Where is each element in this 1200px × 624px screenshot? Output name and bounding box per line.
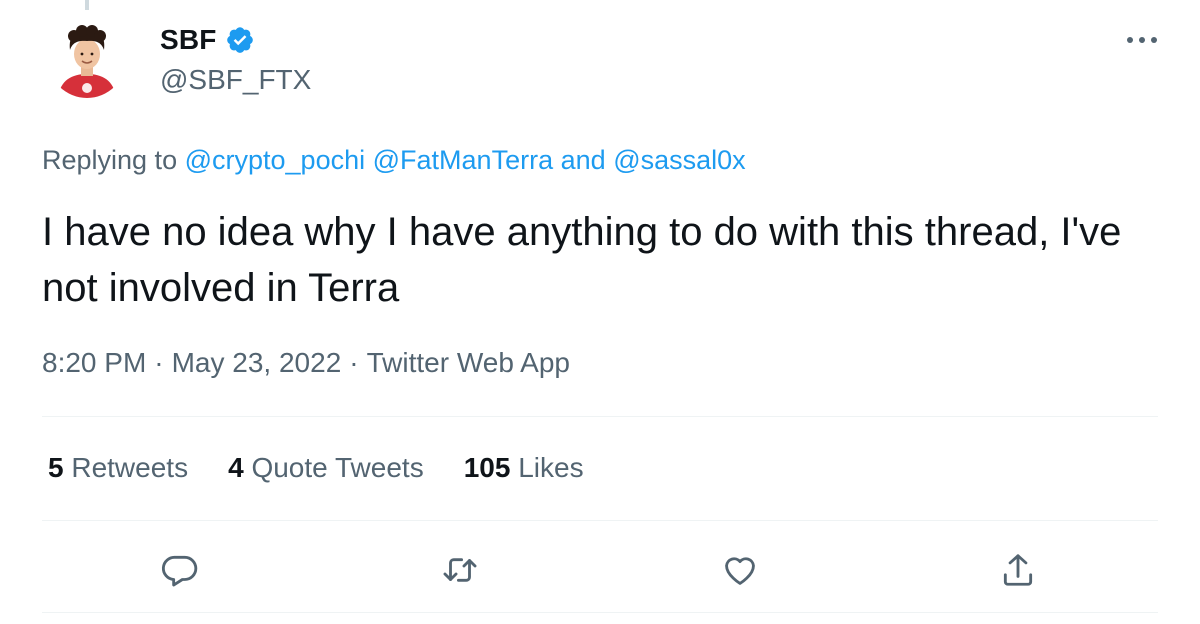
author-name-row: SBF xyxy=(160,24,255,56)
meta-separator: · xyxy=(154,347,164,378)
retweets-count: 5 xyxy=(48,452,64,483)
like-button[interactable] xyxy=(718,548,762,592)
reply-button[interactable] xyxy=(158,548,202,592)
replying-to-prefix: Replying to xyxy=(42,145,178,175)
divider xyxy=(42,612,1158,613)
heart-icon xyxy=(725,557,755,585)
author-handle[interactable]: @SBF_FTX xyxy=(160,64,311,96)
tweet-meta: 8:20 PM · May 23, 2022 · Twitter Web App xyxy=(42,347,570,379)
quote-tweets-count: 4 xyxy=(228,452,244,483)
retweets-label: Retweets xyxy=(71,452,189,483)
retweets-stat[interactable]: 5 Retweets xyxy=(48,452,188,484)
quote-tweets-label: Quote Tweets xyxy=(251,452,424,483)
reply-icon xyxy=(161,555,198,587)
share-icon xyxy=(1003,554,1033,586)
share-button[interactable] xyxy=(996,548,1040,592)
meta-separator: · xyxy=(349,347,359,378)
likes-stat[interactable]: 105 Likes xyxy=(464,452,584,484)
engagement-stats: 5 Retweets 4 Quote Tweets 105 Likes xyxy=(48,452,584,484)
mention-link-sassal0x[interactable]: @sassal0x xyxy=(613,145,745,175)
divider xyxy=(42,520,1158,521)
author-display-name[interactable]: SBF xyxy=(160,24,217,56)
tweet-text: I have no idea why I have anything to do… xyxy=(42,210,1122,310)
tweet-time[interactable]: 8:20 PM xyxy=(42,347,146,378)
mention-link-fatmanterra[interactable]: @FatManTerra xyxy=(373,145,553,175)
more-icon[interactable] xyxy=(1124,30,1160,50)
mention-link-crypto-pochi[interactable]: @crypto_pochi xyxy=(185,145,366,175)
verified-badge-icon xyxy=(225,25,255,55)
likes-label: Likes xyxy=(518,452,584,483)
replying-to-conjunction: and xyxy=(560,145,606,175)
tweet-date[interactable]: May 23, 2022 xyxy=(172,347,342,378)
avatar[interactable] xyxy=(48,20,126,98)
divider xyxy=(42,416,1158,417)
thread-connector-line xyxy=(85,0,89,10)
replying-to-line: Replying to @crypto_pochi @FatManTerra a… xyxy=(42,145,746,176)
tweet-actions-bar xyxy=(0,548,1200,592)
likes-count: 105 xyxy=(463,452,511,483)
quote-tweets-stat[interactable]: 4 Quote Tweets xyxy=(228,452,424,484)
retweet-button[interactable] xyxy=(438,548,482,592)
avatar-image xyxy=(48,20,126,98)
tweet-source[interactable]: Twitter Web App xyxy=(367,347,570,378)
retweet-icon xyxy=(443,558,477,582)
